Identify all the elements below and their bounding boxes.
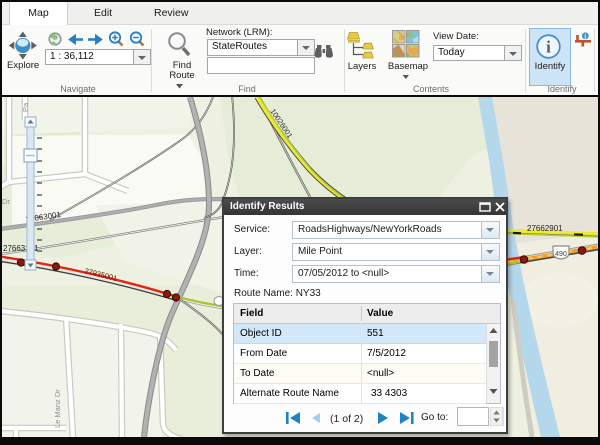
- svg-text:Pa: Pa: [21, 102, 30, 112]
- svg-text:490: 490: [555, 251, 567, 258]
- svg-text:Dr: Dr: [2, 197, 10, 206]
- svg-text:Le Manz Dr: Le Manz Dr: [53, 389, 62, 428]
- svg-text:(1 of 2): (1 of 2): [330, 413, 363, 425]
- svg-text:i: i: [584, 33, 586, 40]
- svg-text:i: i: [546, 38, 551, 57]
- svg-text:27662901: 27662901: [527, 224, 563, 233]
